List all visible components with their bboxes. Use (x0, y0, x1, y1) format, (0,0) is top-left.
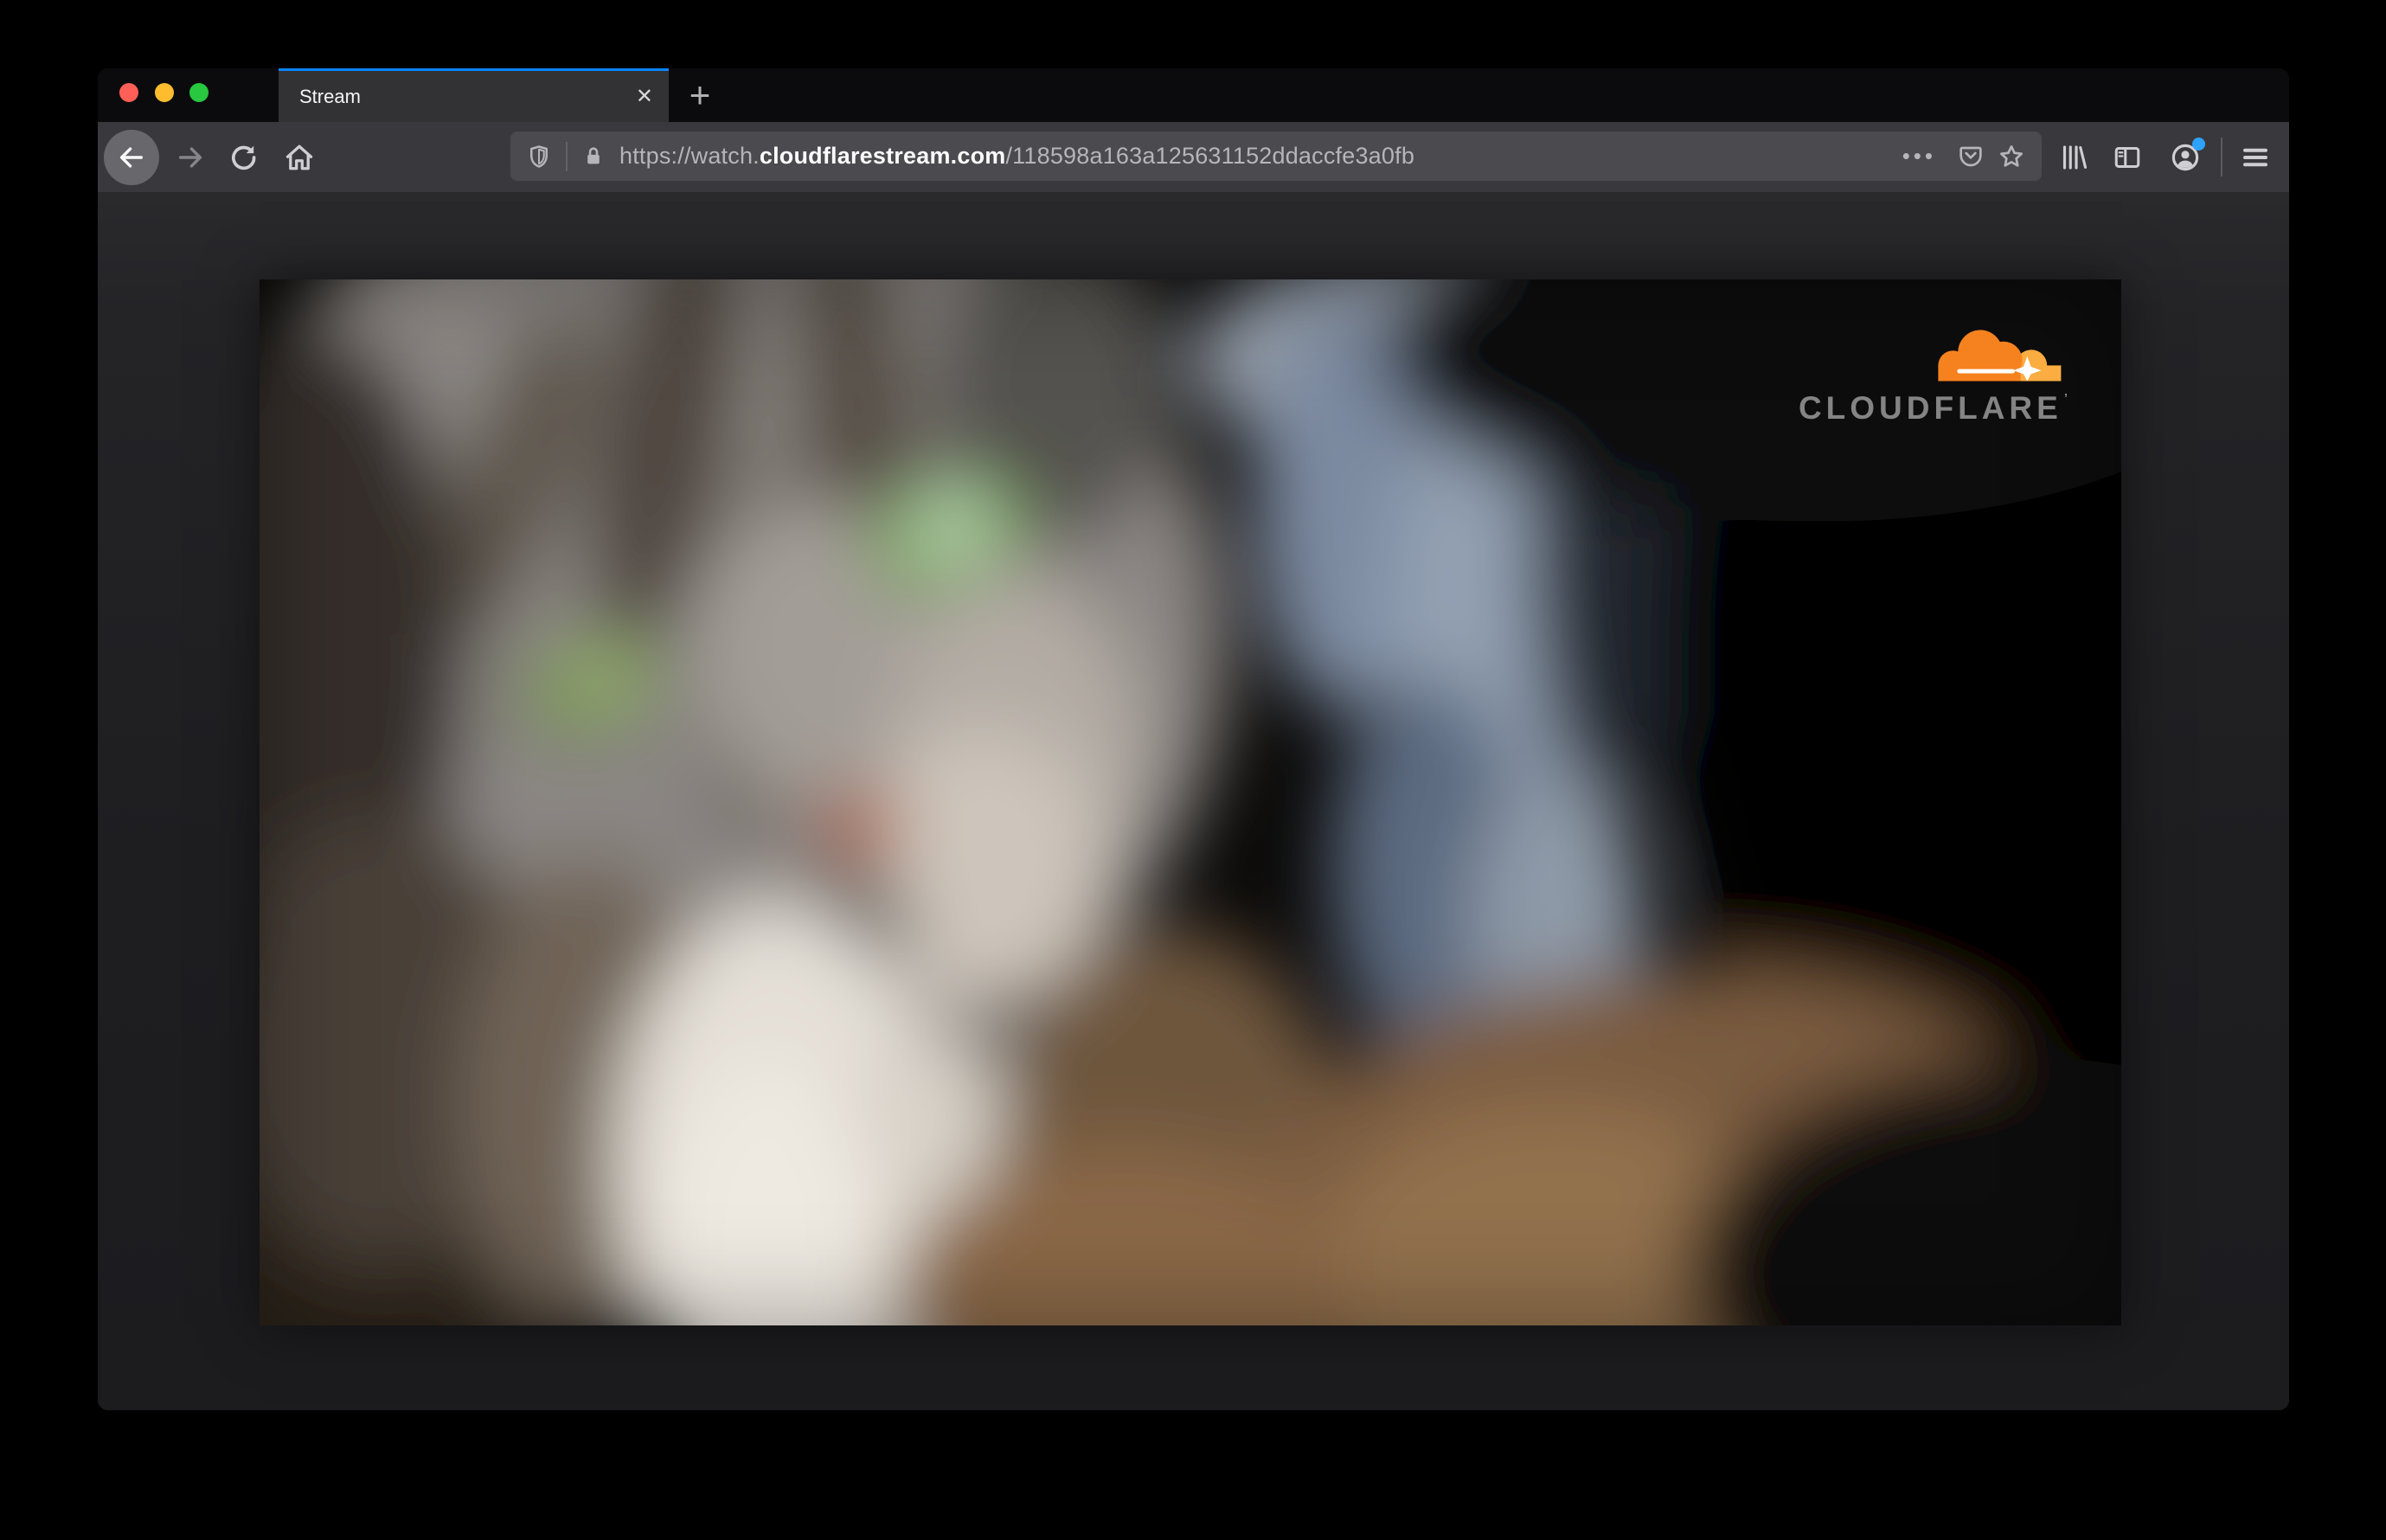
browser-window: Stream ✕ + https://watch.cloudflarestrea… (98, 68, 2289, 1410)
reload-button[interactable] (226, 140, 260, 175)
sidebar-icon (2114, 147, 2140, 168)
video-player[interactable]: CLOUDFLARE’ (260, 279, 2121, 1325)
account-button[interactable] (2168, 138, 2205, 175)
cloudflare-wordmark: CLOUDFLARE’ (1799, 392, 2068, 424)
library-button[interactable] (2056, 140, 2091, 175)
tracking-shield-icon[interactable] (526, 144, 552, 170)
menu-button[interactable] (2238, 140, 2273, 175)
minimize-window-button[interactable] (155, 83, 174, 102)
bookmark-star-icon[interactable] (1997, 142, 2026, 171)
url-domain: cloudflarestream.com (759, 143, 1006, 169)
blurred-cat-video-frame (260, 279, 2121, 1325)
close-window-button[interactable] (119, 83, 138, 102)
tab-stream[interactable]: Stream ✕ (279, 68, 669, 122)
page-actions-dots-icon[interactable]: ••• (1902, 143, 1936, 170)
pocket-icon[interactable] (1957, 143, 1985, 170)
sidebar-button[interactable] (2110, 140, 2145, 175)
account-notification-badge (2192, 138, 2205, 151)
zoom-window-button[interactable] (189, 83, 208, 102)
tab-title: Stream (299, 85, 361, 107)
trademark-mark: ’ (2063, 391, 2068, 406)
cloudflare-wordmark-text: CLOUDFLARE (1798, 390, 2062, 426)
page-content: CLOUDFLARE’ (98, 192, 2289, 1410)
back-icon (119, 147, 144, 168)
urlbar-divider (566, 141, 568, 171)
reload-icon (232, 145, 256, 170)
forward-button[interactable] (173, 140, 208, 175)
tab-bar: Stream ✕ + (98, 68, 2289, 122)
url-text: https://watch.cloudflarestream.com/11859… (619, 143, 1890, 170)
tab-close-icon[interactable]: ✕ (636, 86, 653, 107)
cloudflare-cloud-icon (1938, 330, 2062, 382)
url-path: /118598a163a125631152ddaccfe3a0fb (1005, 143, 1415, 169)
desktop-background: Stream ✕ + https://watch.cloudflarestrea… (0, 0, 2386, 1540)
cloudflare-logo: CLOUDFLARE’ (1777, 326, 2068, 424)
home-button[interactable] (282, 140, 317, 175)
forward-icon (178, 147, 202, 168)
back-button[interactable] (104, 130, 159, 185)
library-icon (2062, 145, 2088, 170)
toolbar-separator (2221, 138, 2222, 176)
url-bar[interactable]: https://watch.cloudflarestream.com/11859… (510, 132, 2042, 181)
navigation-toolbar: https://watch.cloudflarestream.com/11859… (98, 122, 2289, 194)
home-icon (285, 144, 313, 170)
url-scheme-subdomain: https://watch. (619, 143, 760, 169)
lock-icon[interactable] (581, 144, 606, 169)
menu-hamburger-icon (2243, 148, 2267, 167)
new-tab-button[interactable]: + (679, 68, 721, 122)
